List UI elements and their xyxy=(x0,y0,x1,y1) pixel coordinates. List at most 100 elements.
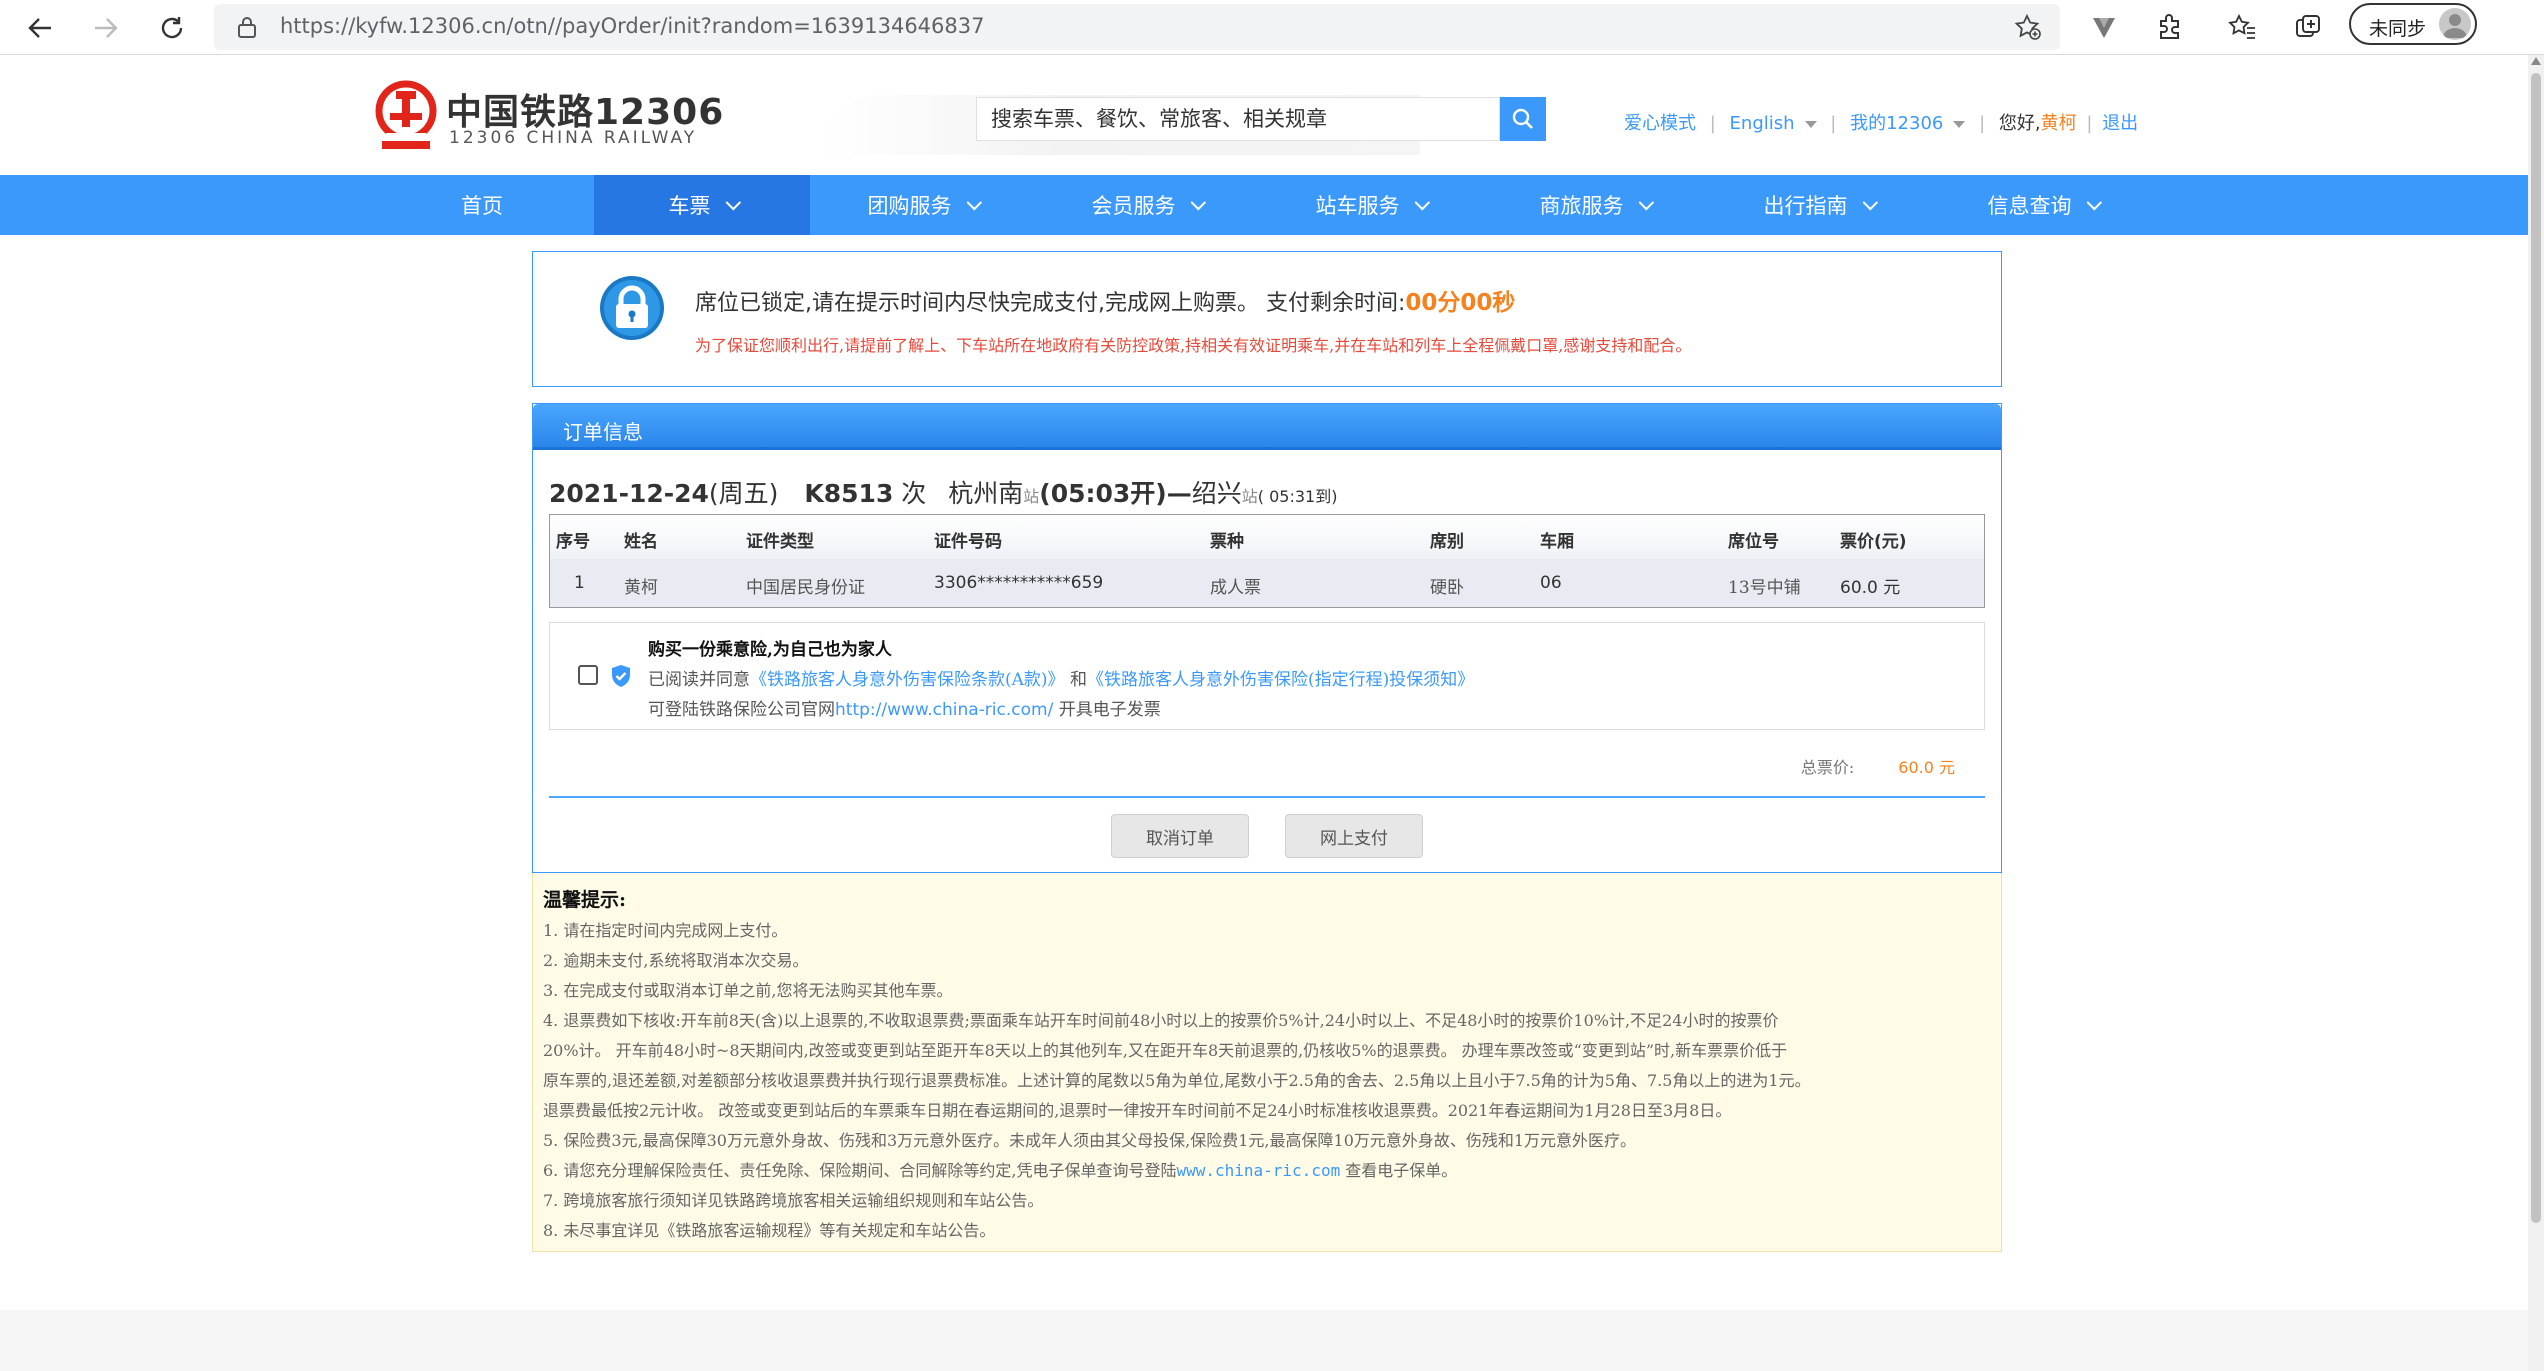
scroll-thumb[interactable] xyxy=(2531,73,2541,1223)
tip-line: 原车票的,退还差额,对差额部分核收退票费并执行现行退票费标准。上述计算的尾数以5… xyxy=(543,1071,1811,1090)
nav-tickets-label: 车票 xyxy=(668,194,711,218)
nav-business-travel[interactable]: 商旅服务 xyxy=(1482,175,1706,235)
user-name-link[interactable]: 黄柯 xyxy=(2041,113,2077,134)
top-links: 爱心模式 | English | 我的12306 | 您好,黄柯 | 退出 xyxy=(1624,109,2138,135)
search-button[interactable] xyxy=(1500,97,1546,141)
tip-line-text: 6. 请您充分理解保险责任、责任免除、保险期间、合同解除等约定,凭电子保单查询号… xyxy=(543,1161,1177,1180)
nav-group-service[interactable]: 团购服务 xyxy=(810,175,1034,235)
logout-link[interactable]: 退出 xyxy=(2102,113,2138,134)
col-header: 序号 xyxy=(556,532,590,552)
chevron-down-icon[interactable] xyxy=(1953,120,1966,128)
divider xyxy=(549,796,1985,798)
table-cell: 1 xyxy=(574,573,585,593)
refresh-icon[interactable] xyxy=(152,8,192,48)
profile-button[interactable]: 未同步 xyxy=(2349,3,2477,45)
nav-home-label: 首页 xyxy=(461,194,503,218)
page-scrollbar[interactable] xyxy=(2528,55,2544,1371)
tip-line: 7. 跨境旅客旅行须知详见铁路跨境旅客相关运输组织规则和车站公告。 xyxy=(543,1191,1044,1210)
url-text[interactable]: https://kyfw.12306.cn/otn//payOrder/init… xyxy=(280,14,984,38)
search-box[interactable] xyxy=(976,97,1500,141)
nav-tickets[interactable]: 车票 xyxy=(594,175,810,235)
cancel-order-button[interactable]: 取消订单 xyxy=(1111,814,1249,858)
scroll-up-arrow[interactable] xyxy=(2531,57,2541,65)
depart-time: (05:03开) xyxy=(1039,479,1167,508)
passenger-ticket-table: 序号 姓名 证件类型 证件号码 票种 席别 车厢 席位号 票价(元) 1 黄柯 … xyxy=(549,514,1985,608)
china-ric-link[interactable]: www.china-ric.com xyxy=(1176,1161,1340,1180)
insurance-offer: 购买一份乘意险,为自己也为家人 已阅读并同意《铁路旅客人身意外伤害保险条款(A款… xyxy=(549,622,1985,730)
insurance-notice-link[interactable]: 《铁路旅客人身意外伤害保险(指定行程)投保须知》 xyxy=(1087,670,1474,690)
col-header: 票价(元) xyxy=(1840,532,1907,552)
agreement-and: 和 xyxy=(1069,670,1087,690)
nav-member-service[interactable]: 会员服务 xyxy=(1034,175,1258,235)
payment-countdown: 00分00秒 xyxy=(1405,290,1516,316)
nav-station-service[interactable]: 站车服务 xyxy=(1258,175,1482,235)
extensions-puzzle-icon[interactable] xyxy=(2152,9,2188,45)
language-link[interactable]: English xyxy=(1730,113,1795,134)
insurance-terms-link[interactable]: 《铁路旅客人身意外伤害保险条款(A款)》 xyxy=(750,670,1065,690)
total-price-value: 60.0 元 xyxy=(1898,758,1955,777)
add-favorite-icon[interactable] xyxy=(2012,12,2042,42)
care-mode-link[interactable]: 爱心模式 xyxy=(1624,113,1696,134)
invoice-suffix: 开具电子发票 xyxy=(1053,700,1161,720)
address-bar[interactable]: https://kyfw.12306.cn/otn//payOrder/init… xyxy=(214,4,2060,50)
notice-main-text: 席位已锁定,请在提示时间内尽快完成支付,完成网上购票。 支付剩余时间: xyxy=(695,291,1406,316)
table-cell: 60.0 元 xyxy=(1840,578,1901,598)
tip-line: 20%计。 开车前48小时~8天期间内,改签或变更到站至距开车8天以上的其他列车… xyxy=(543,1041,1788,1060)
my12306-link[interactable]: 我的12306 xyxy=(1850,113,1943,134)
to-station-suffix: 站 xyxy=(1241,487,1258,506)
profile-avatar-icon xyxy=(2439,8,2471,40)
table-cell: 硬卧 xyxy=(1430,578,1464,598)
table-cell: 成人票 xyxy=(1210,578,1261,598)
tip-line: 退票费最低按2元计收。 改签或变更到站后的车票乘车日期在春运期间的,退票时一律按… xyxy=(543,1101,1732,1120)
trip-summary: 2021-12-24(周五) K8513 次 杭州南站(05:03开)—绍兴站(… xyxy=(549,474,1337,510)
tip-line: 5. 保险费3元,最高保障30万元意外身故、伤残和3万元意外医疗。未成年人须由其… xyxy=(543,1131,1637,1150)
col-header: 姓名 xyxy=(624,532,658,552)
nav-member-service-label: 会员服务 xyxy=(1091,194,1176,218)
chevron-down-icon[interactable] xyxy=(1804,120,1817,128)
chevron-down-icon xyxy=(2086,194,2102,210)
table-header: 序号 姓名 证件类型 证件号码 票种 席别 车厢 席位号 票价(元) xyxy=(550,515,1984,560)
invoice-prefix: 可登陆铁路保险公司官网 xyxy=(648,700,835,720)
greeting-text: 您好, xyxy=(1998,113,2041,134)
nav-home[interactable]: 首页 xyxy=(370,175,594,235)
table-cell: 黄柯 xyxy=(624,578,658,598)
col-header: 车厢 xyxy=(1540,532,1574,552)
divider: | xyxy=(1830,113,1837,134)
insurance-checkbox[interactable] xyxy=(578,665,598,685)
col-header: 席别 xyxy=(1430,532,1464,552)
to-station: 绍兴 xyxy=(1191,479,1242,508)
chevron-down-icon xyxy=(1862,194,1878,210)
favorites-icon[interactable] xyxy=(2224,9,2260,45)
tip-line: 3. 在完成支付或取消本订单之前,您将无法购买其他车票。 xyxy=(543,981,953,1000)
insurance-agreement: 已阅读并同意《铁路旅客人身意外伤害保险条款(A款)》 和《铁路旅客人身意外伤害保… xyxy=(648,665,1474,690)
tip-line-suffix: 查看电子保单。 xyxy=(1340,1161,1458,1180)
order-panel-title: 订单信息 xyxy=(563,420,643,444)
order-info-panel: 订单信息 2021-12-24(周五) K8513 次 杭州南站(05:03开)… xyxy=(532,403,2002,873)
search-input[interactable] xyxy=(977,98,1499,140)
total-price-label: 总票价: xyxy=(1800,758,1855,777)
trip-dash: — xyxy=(1166,479,1192,508)
extension-v-icon[interactable] xyxy=(2086,9,2122,45)
forward-icon[interactable] xyxy=(86,8,126,48)
table-cell: 13号中铺 xyxy=(1728,578,1801,598)
tip-line: 6. 请您充分理解保险责任、责任免除、保险期间、合同解除等约定,凭电子保单查询号… xyxy=(543,1157,1457,1181)
insurance-site-link[interactable]: http://www.china-ric.com/ xyxy=(835,700,1053,720)
back-icon[interactable] xyxy=(20,8,60,48)
collections-icon[interactable] xyxy=(2290,9,2326,45)
table-cell: 3306***********659 xyxy=(934,573,1104,593)
agreement-prefix: 已阅读并同意 xyxy=(648,670,750,690)
nav-info-query-label: 信息查询 xyxy=(1987,194,2072,218)
railway-logo-icon[interactable] xyxy=(374,77,438,151)
pay-online-button[interactable]: 网上支付 xyxy=(1285,814,1423,858)
padlock-icon xyxy=(600,276,664,340)
from-station: 杭州南 xyxy=(948,479,1024,508)
arrive-time: ( 05:31到) xyxy=(1257,487,1338,506)
table-row: 1 黄柯 中国居民身份证 3306***********659 成人票 硬卧 0… xyxy=(550,559,1984,607)
divider: | xyxy=(1979,113,1986,134)
nav-travel-guide[interactable]: 出行指南 xyxy=(1706,175,1930,235)
col-header: 票种 xyxy=(1210,532,1244,552)
lock-icon[interactable] xyxy=(236,15,258,39)
nav-info-query[interactable]: 信息查询 xyxy=(1930,175,2154,235)
nav-travel-guide-label: 出行指南 xyxy=(1763,194,1848,218)
divider: | xyxy=(1709,113,1716,134)
